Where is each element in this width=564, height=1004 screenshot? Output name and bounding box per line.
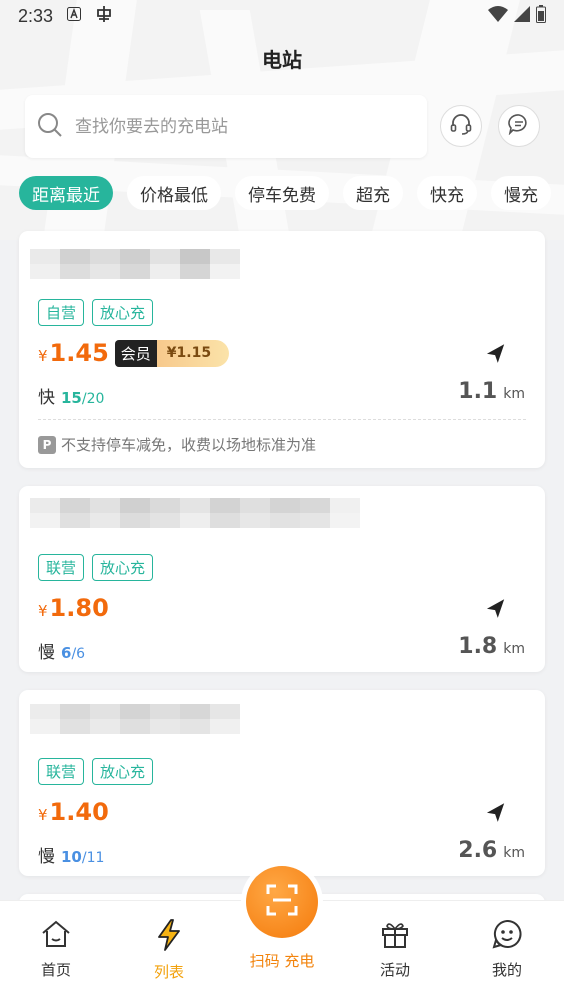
search-box[interactable] (25, 95, 427, 158)
search-input[interactable] (75, 116, 375, 137)
distance-value: 1.8 (458, 634, 498, 659)
filter-fast-charge[interactable]: 快充 (417, 176, 477, 210)
currency-symbol: ¥ (38, 806, 48, 824)
smiley-icon (492, 919, 522, 953)
total-count: /20 (81, 391, 105, 407)
price: 1.80 (49, 594, 109, 622)
navigate-arrow-icon[interactable] (485, 598, 507, 620)
trust-tag: 放心充 (92, 299, 154, 326)
trust-tag: 放心充 (92, 554, 154, 581)
charger-speed: 快 (38, 388, 55, 408)
charger-speed: 慢 (38, 643, 55, 663)
app-notification-icon (95, 5, 113, 27)
tab-mine-label: 我的 (491, 961, 522, 979)
filter-free-parking[interactable]: 停车免费 (235, 176, 329, 210)
price-row: ¥ 1.40 (38, 798, 109, 826)
station-tags: 自营 放心充 (38, 299, 154, 326)
scan-charge-label: 扫码 充电 (249, 952, 315, 970)
accessibility-icon (67, 7, 82, 25)
member-label: 会员 (114, 339, 157, 367)
station-name-redacted (30, 704, 240, 734)
station-tags: 联营 放心充 (38, 554, 154, 581)
distance: 1.8 km (458, 634, 525, 659)
messages-button[interactable] (498, 105, 540, 147)
member-price: ¥1.15 (156, 339, 230, 367)
operator-tag: 自营 (38, 299, 85, 326)
station-card[interactable]: 联营 放心充 ¥ 1.80 慢 6 /6 1.8 km (19, 486, 545, 672)
navigate-arrow-icon[interactable] (485, 802, 507, 824)
scan-charge-button[interactable] (246, 866, 318, 938)
customer-service-button[interactable] (440, 105, 482, 147)
currency-symbol: ¥ (38, 602, 48, 620)
headset-icon (449, 112, 473, 140)
station-card[interactable]: 联营 放心充 ¥ 1.40 慢 10 /11 2.6 km (19, 690, 545, 876)
currency-symbol: ¥ (38, 347, 48, 365)
distance: 2.6 km (458, 838, 525, 863)
tab-mine[interactable]: 我的 (467, 919, 547, 980)
navigate-arrow-icon[interactable] (485, 343, 507, 365)
distance-unit: km (503, 641, 525, 657)
status-bar: 2:33 (0, 0, 564, 32)
filter-cheapest[interactable]: 价格最低 (127, 176, 221, 210)
station-card[interactable]: 自营 放心充 ¥ 1.45 会员 ¥1.15 快 15 /20 1.1 km P… (19, 231, 545, 468)
operator-tag: 联营 (38, 758, 85, 785)
available-count: 6 (61, 644, 72, 662)
gift-icon (380, 919, 410, 953)
station-name-redacted (30, 498, 360, 528)
page-title: 电站 (262, 48, 302, 72)
available-count: 10 (61, 848, 82, 866)
chat-bubble-icon (508, 113, 530, 139)
status-time: 2:33 (18, 5, 54, 26)
charger-speed: 慢 (38, 847, 55, 867)
charger-availability: 慢 6 /6 (38, 638, 85, 663)
distance-value: 2.6 (458, 838, 498, 863)
distance-unit: km (503, 845, 525, 861)
charger-availability: 快 15 /20 (38, 383, 104, 408)
station-tags: 联营 放心充 (38, 758, 154, 785)
distance: 1.1 km (458, 379, 525, 404)
station-name-redacted (30, 249, 240, 279)
scan-icon (264, 882, 300, 922)
filter-nearest[interactable]: 距离最近 (19, 176, 113, 210)
trust-tag: 放心充 (92, 758, 154, 785)
tab-activity-label: 活动 (379, 961, 410, 979)
tab-list[interactable]: 列表 (129, 919, 209, 982)
tab-list-label: 列表 (153, 963, 184, 981)
tab-activity[interactable]: 活动 (355, 919, 435, 980)
divider (38, 419, 526, 420)
battery-icon (536, 4, 546, 28)
distance-value: 1.1 (458, 379, 498, 404)
distance-unit: km (503, 386, 525, 402)
search-row (25, 95, 540, 158)
total-count: /6 (71, 646, 86, 662)
available-count: 15 (61, 389, 82, 407)
price: 1.40 (49, 798, 109, 826)
operator-tag: 联营 (38, 554, 85, 581)
parking-icon: P (38, 435, 56, 454)
member-price-badge: 会员 ¥1.15 (114, 339, 230, 367)
charger-availability: 慢 10 /11 (38, 842, 104, 867)
parking-note: P 不支持停车减免，收费以场地标准为准 (38, 434, 316, 455)
wifi-icon (488, 5, 508, 27)
search-icon (37, 112, 63, 142)
filter-slow-charge[interactable]: 慢充 (491, 176, 551, 210)
price: 1.45 (49, 339, 109, 367)
signal-icon (514, 5, 530, 27)
price-row: ¥ 1.80 (38, 594, 109, 622)
tab-home-label: 首页 (40, 961, 71, 979)
price-row: ¥ 1.45 会员 ¥1.15 (38, 339, 230, 367)
total-count: /11 (81, 850, 105, 866)
home-icon (40, 919, 72, 953)
tab-home[interactable]: 首页 (16, 919, 96, 980)
lightning-icon (156, 919, 182, 955)
filter-super-charge[interactable]: 超充 (343, 176, 403, 210)
filter-row: 距离最近 价格最低 停车免费 超充 快充 慢充 (19, 176, 551, 212)
parking-text: 不支持停车减免，收费以场地标准为准 (61, 436, 317, 454)
